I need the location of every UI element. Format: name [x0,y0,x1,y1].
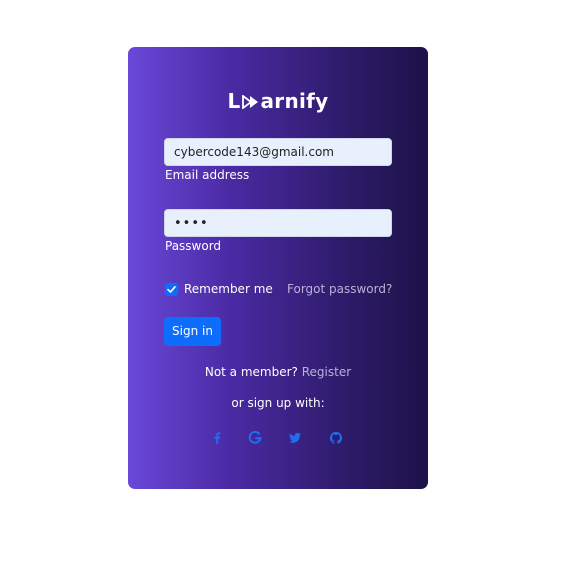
login-card: L arnify Email address Password Remember… [128,47,428,489]
github-icon[interactable] [329,431,343,445]
remember-me-checkbox[interactable] [165,283,178,296]
remember-me-label: Remember me [184,282,273,296]
register-prompt: Not a member? Register [128,365,428,379]
register-link[interactable]: Register [302,365,351,379]
forgot-password-link[interactable]: Forgot password? [287,282,392,296]
checkmark-icon [167,286,176,293]
password-label: Password [165,239,222,253]
facebook-icon[interactable] [210,431,224,445]
brand-logo: L arnify [128,89,428,113]
brand-prefix: L [227,89,241,113]
play-logo-icon [241,94,258,109]
email-label: Email address [165,168,250,182]
google-icon[interactable] [248,431,262,445]
email-input[interactable] [164,138,392,166]
password-input[interactable] [164,209,392,237]
brand-suffix: arnify [260,89,329,113]
or-sign-up-text: or sign up with: [231,396,325,410]
not-member-text: Not a member? [204,365,298,379]
twitter-icon[interactable] [288,431,302,445]
sign-in-button[interactable]: Sign in [164,317,221,346]
